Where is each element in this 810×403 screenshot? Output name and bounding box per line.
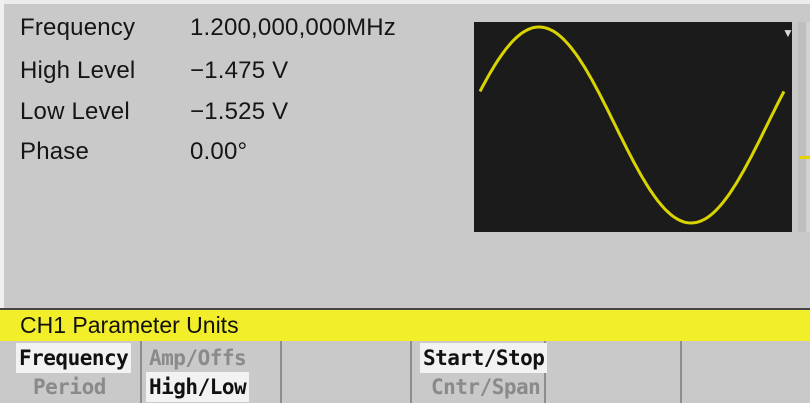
softkey-period[interactable]: Period [30,372,109,402]
top-border [0,0,810,4]
softkey-6[interactable] [682,341,810,403]
phase-label: Phase [20,138,90,165]
softkey-4[interactable]: Start/Stop Cntr/Span [412,341,548,403]
level-marker-icon [800,156,810,159]
softkey-amp-offs[interactable]: Amp/Offs [146,343,249,373]
frequency-label: Frequency [20,14,136,41]
menu-title-bar: CH1 Parameter Units [0,308,810,341]
softkey-frequency[interactable]: Frequency [16,343,132,373]
softkey-3[interactable] [282,341,412,403]
sine-trace [478,25,786,225]
waveform-preview [474,22,792,232]
high-level-label: High Level [20,57,136,84]
low-level-label: Low Level [20,98,130,125]
waveform-svg [478,25,786,225]
trigger-marker-icon: ▼ [782,26,794,40]
high-level-value: −1.475 V [190,57,289,84]
softkey-start-stop[interactable]: Start/Stop [420,343,548,373]
softkey-5[interactable] [546,341,682,403]
softkey-2[interactable]: Amp/Offs High/Low [142,341,282,403]
menu-title: CH1 Parameter Units [20,312,239,338]
softkey-high-low[interactable]: High/Low [146,372,250,402]
function-generator-screen: Frequency 1.200,000,000MHz High Level −1… [0,0,810,403]
softkey-bar: Frequency Period Amp/Offs High/Low Start… [0,341,810,403]
softkey-cntr-span[interactable]: Cntr/Span [428,372,543,402]
frequency-value: 1.200,000,000MHz [190,14,397,41]
softkey-1[interactable]: Frequency Period [0,341,142,403]
phase-value: 0.00° [190,138,248,165]
low-level-value: −1.525 V [190,98,289,125]
side-scale [806,22,810,232]
